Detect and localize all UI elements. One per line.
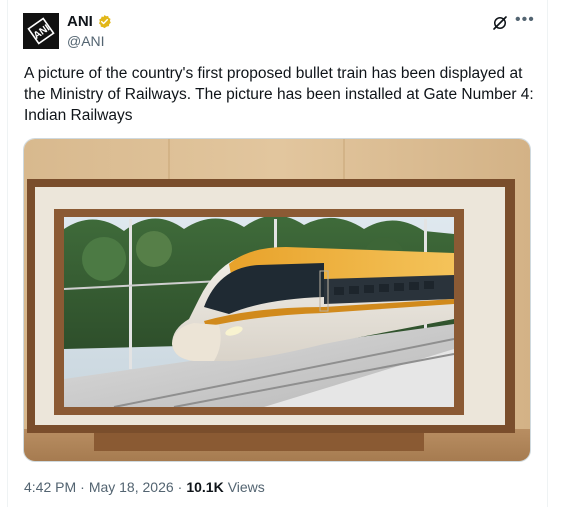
grok-icon[interactable]	[491, 14, 509, 32]
meta-separator-2: ·	[177, 479, 183, 495]
tweet-media-image[interactable]	[23, 138, 531, 462]
author-handle[interactable]: @ANI	[67, 33, 105, 49]
avatar[interactable]: ANI	[23, 13, 59, 49]
ani-logo-icon: ANI	[23, 13, 59, 49]
tweet-date[interactable]: May 18, 2026	[89, 479, 174, 495]
views-count: 10.1K	[186, 479, 224, 495]
verified-badge-icon[interactable]	[97, 14, 112, 29]
tweet-text: A picture of the country's first propose…	[24, 65, 534, 124]
tweet-meta: 4:42 PM · May 18, 2026 · 10.1K Views	[24, 479, 265, 495]
views-label: Views	[227, 479, 265, 495]
tweet-time[interactable]: 4:42 PM	[24, 479, 76, 495]
bullet-train-photo	[24, 139, 530, 461]
meta-separator: ·	[80, 479, 85, 495]
card-border-left	[7, 0, 8, 507]
card-border-right	[547, 0, 548, 507]
tweet-card: ANI ANI @ANI ••• A picture of the countr…	[0, 0, 567, 507]
author-name-row: ANI	[67, 13, 112, 30]
author-name[interactable]: ANI	[67, 13, 93, 30]
more-options-icon[interactable]: •••	[515, 12, 535, 28]
